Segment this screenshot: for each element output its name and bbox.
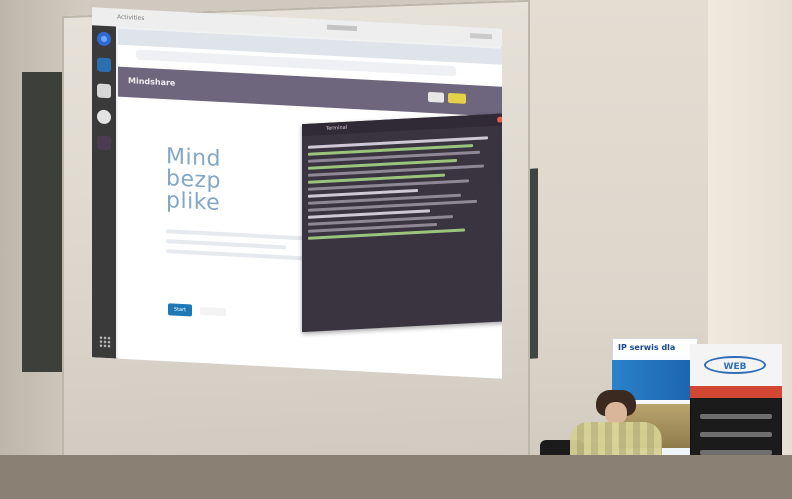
banner-right-item bbox=[700, 414, 772, 419]
projected-desktop: Activities Mindshare Mind bezp plike Sta… bbox=[92, 7, 502, 379]
primary-button[interactable]: Start bbox=[168, 303, 192, 317]
dock bbox=[92, 25, 116, 359]
site-logo[interactable]: Mindshare bbox=[128, 76, 175, 87]
apps-grid-icon[interactable] bbox=[99, 335, 111, 349]
system-tray[interactable] bbox=[470, 33, 492, 40]
hero-subtext-line bbox=[166, 249, 306, 261]
banner-right-item bbox=[700, 432, 772, 437]
person-face bbox=[605, 402, 627, 424]
secondary-button[interactable] bbox=[200, 306, 226, 317]
banner-right-logo: WEB bbox=[704, 356, 766, 374]
close-icon[interactable] bbox=[497, 116, 502, 123]
header-button-primary[interactable] bbox=[448, 92, 466, 104]
hero-line-3: plike bbox=[166, 188, 221, 216]
terminal-window[interactable]: Terminal bbox=[302, 113, 502, 333]
photo-scene: Activities Mindshare Mind bezp plike Sta… bbox=[0, 0, 792, 499]
hero-subtext-line bbox=[166, 239, 286, 250]
disc-icon[interactable] bbox=[97, 109, 111, 125]
clock-indicator bbox=[327, 24, 357, 32]
banner-right-red-strip bbox=[690, 386, 782, 398]
terminal-output bbox=[308, 131, 502, 243]
hero-heading: Mind bezp plike bbox=[166, 144, 221, 216]
hero-subtext-line bbox=[166, 229, 316, 241]
chrome-icon[interactable] bbox=[97, 31, 111, 47]
activities-label[interactable]: Activities bbox=[117, 14, 144, 22]
vscode-icon[interactable] bbox=[97, 57, 111, 73]
banner-left-title: IP serwis dla bbox=[618, 343, 676, 352]
header-button-secondary[interactable] bbox=[428, 91, 444, 103]
files-icon[interactable] bbox=[97, 83, 111, 99]
terminal-icon[interactable] bbox=[97, 135, 111, 151]
floor bbox=[0, 455, 792, 499]
